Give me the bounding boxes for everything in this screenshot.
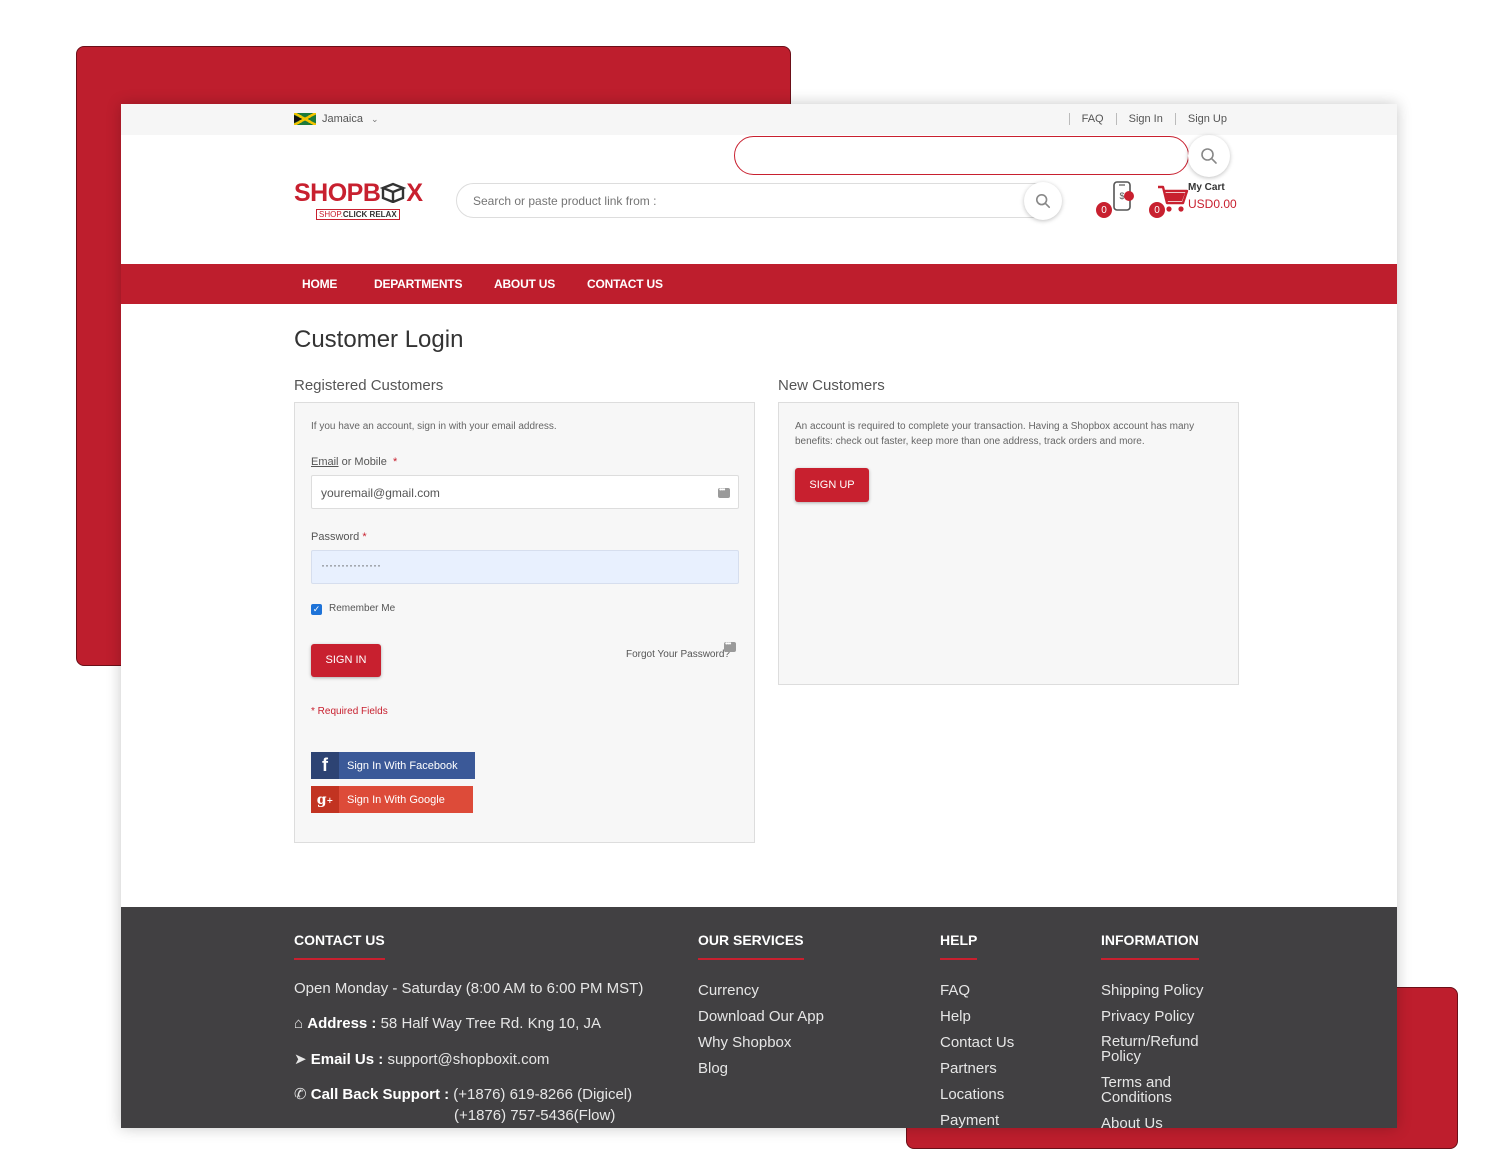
box-logo-icon bbox=[380, 182, 407, 204]
forgot-password-link[interactable]: Forgot Your Password? bbox=[626, 649, 730, 660]
jamaica-flag-icon bbox=[294, 113, 316, 125]
logo-tagline: SHOP.CLICK RELAX bbox=[316, 209, 400, 220]
footer-link-terms[interactable]: Terms and Conditions bbox=[1101, 1075, 1172, 1105]
password-field[interactable]: ··············· bbox=[311, 550, 739, 584]
logo-wordmark: SHOPB bbox=[294, 179, 381, 207]
footer-link-download-app[interactable]: Download Our App bbox=[698, 1008, 824, 1025]
phone-icon: ✆ bbox=[294, 1086, 307, 1103]
sign-in-link[interactable]: Sign In bbox=[1115, 113, 1175, 125]
footer: CONTACT US Open Monday - Saturday (8:00 … bbox=[121, 907, 1397, 1128]
footer-email: ➤ Email Us : support@shopboxit.com bbox=[294, 1051, 550, 1068]
nav-departments[interactable]: DEPARTMENTS bbox=[374, 277, 462, 291]
footer-link-why-shopbox[interactable]: Why Shopbox bbox=[698, 1034, 791, 1051]
support-email-link[interactable]: support@shopboxit.com bbox=[387, 1051, 549, 1068]
top-links: FAQ Sign In Sign Up bbox=[1068, 113, 1239, 125]
floating-search-input[interactable] bbox=[734, 136, 1189, 175]
home-icon: ⌂ bbox=[294, 1015, 304, 1032]
sign-in-button[interactable]: SIGN IN bbox=[311, 644, 381, 677]
footer-link-return-refund[interactable]: Return/Refund Policy bbox=[1101, 1034, 1199, 1064]
google-plus-icon: g + bbox=[311, 786, 339, 813]
cart-total: USD0.00 bbox=[1188, 197, 1237, 211]
footer-contact-heading: CONTACT US bbox=[294, 932, 385, 960]
footer-link-partners[interactable]: Partners bbox=[940, 1060, 997, 1077]
remember-me-checkbox[interactable]: ✓ bbox=[311, 604, 322, 615]
footer-address: ⌂ Address : 58 Half Way Tree Rd. Kng 10,… bbox=[294, 1015, 601, 1032]
country-selector[interactable]: Jamaica ⌄ bbox=[294, 113, 379, 125]
product-search-input[interactable] bbox=[473, 194, 993, 208]
logo-wordmark-end: X bbox=[406, 179, 423, 207]
top-bar: Jamaica ⌄ FAQ Sign In Sign Up bbox=[121, 104, 1397, 135]
footer-link-about-us[interactable]: About Us bbox=[1101, 1115, 1163, 1128]
paper-plane-icon: ➤ bbox=[294, 1051, 307, 1068]
sign-up-button[interactable]: SIGN UP bbox=[795, 468, 869, 502]
new-customers-text: An account is required to complete your … bbox=[795, 421, 1195, 447]
footer-link-help[interactable]: Help bbox=[940, 1008, 971, 1025]
nav-about-us[interactable]: ABOUT US bbox=[494, 277, 555, 291]
app-badge: 0 bbox=[1095, 201, 1113, 219]
facebook-signin-button[interactable]: f Sign In With Facebook bbox=[311, 752, 475, 779]
footer-link-locations[interactable]: Locations bbox=[940, 1086, 1004, 1103]
email-field[interactable]: youremail@gmail.com bbox=[311, 475, 739, 509]
product-search-bar bbox=[456, 182, 1062, 220]
search-icon bbox=[1035, 193, 1051, 209]
page-title: Customer Login bbox=[294, 326, 464, 353]
footer-link-shipping-policy[interactable]: Shipping Policy bbox=[1101, 982, 1204, 999]
email-label: Email or Mobile * bbox=[311, 456, 398, 468]
footer-link-payment[interactable]: Payment bbox=[940, 1112, 999, 1128]
search-icon bbox=[1201, 148, 1217, 164]
country-label: Jamaica bbox=[322, 113, 363, 125]
autofill-icon[interactable] bbox=[724, 639, 736, 652]
password-value: ··············· bbox=[321, 558, 381, 572]
browser-page: Jamaica ⌄ FAQ Sign In Sign Up SHOPB X SHO… bbox=[121, 104, 1397, 1128]
login-intro: If you have an account, sign in with you… bbox=[311, 421, 557, 432]
new-customers-title: New Customers bbox=[778, 377, 885, 394]
search-button[interactable] bbox=[1024, 182, 1062, 220]
sign-up-link[interactable]: Sign Up bbox=[1174, 113, 1239, 125]
main-nav: HOME DEPARTMENTS ABOUT US CONTACT US bbox=[121, 264, 1397, 304]
footer-callback: ✆ Call Back Support : (+1876) 619-8266 (… bbox=[294, 1086, 633, 1103]
google-signin-button[interactable]: g + Sign In With Google bbox=[311, 786, 473, 813]
nav-home[interactable]: HOME bbox=[302, 277, 337, 291]
cart-badge: 0 bbox=[1148, 201, 1166, 219]
footer-phone-2: (+1876) 757-5436(Flow) bbox=[454, 1107, 616, 1124]
faq-link[interactable]: FAQ bbox=[1068, 113, 1116, 125]
footer-link-blog[interactable]: Blog bbox=[698, 1060, 728, 1077]
footer-link-privacy-policy[interactable]: Privacy Policy bbox=[1101, 1008, 1194, 1025]
new-customers-panel: An account is required to complete your … bbox=[778, 402, 1239, 685]
nav-contact-us[interactable]: CONTACT US bbox=[587, 277, 663, 291]
remember-me-label: Remember Me bbox=[329, 603, 396, 614]
stage: Jamaica ⌄ FAQ Sign In Sign Up SHOPB X SHO… bbox=[0, 0, 1510, 1151]
autofill-icon[interactable] bbox=[718, 485, 730, 498]
footer-services-heading: OUR SERVICES bbox=[698, 932, 804, 960]
footer-information-heading: INFORMATION bbox=[1101, 932, 1199, 960]
svg-text:$: $ bbox=[1119, 191, 1124, 201]
required-fields-note: * Required Fields bbox=[311, 706, 388, 717]
footer-hours: Open Monday - Saturday (8:00 AM to 6:00 … bbox=[294, 980, 644, 997]
footer-link-currency[interactable]: Currency bbox=[698, 982, 759, 999]
registered-customers-title: Registered Customers bbox=[294, 377, 444, 394]
floating-search-button[interactable] bbox=[1188, 135, 1230, 177]
footer-help-heading: HELP bbox=[940, 932, 978, 960]
password-label: Password * bbox=[311, 531, 367, 543]
shopbox-logo[interactable]: SHOPB X SHOP.CLICK RELAX bbox=[294, 179, 434, 223]
footer-link-faq[interactable]: FAQ bbox=[940, 982, 970, 999]
chevron-down-icon: ⌄ bbox=[370, 113, 379, 124]
facebook-icon: f bbox=[311, 752, 339, 779]
cart-label: My Cart bbox=[1188, 182, 1225, 193]
registered-customers-panel: If you have an account, sign in with you… bbox=[294, 402, 755, 843]
footer-link-contact-us[interactable]: Contact Us bbox=[940, 1034, 1014, 1051]
email-value: youremail@gmail.com bbox=[321, 486, 440, 500]
